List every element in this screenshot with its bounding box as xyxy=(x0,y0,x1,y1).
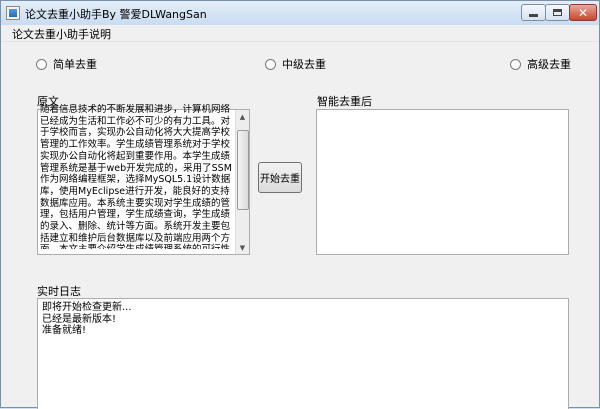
source-text: 随着信息技术的不断发展和进步，计算机网络已经成为生活和工作必不可少的有力工具。对… xyxy=(40,104,232,249)
close-icon: ✕ xyxy=(577,5,589,20)
source-scrollbar[interactable]: ▲ ▼ xyxy=(235,110,249,254)
result-textarea[interactable] xyxy=(316,109,569,255)
mode-option-advanced[interactable]: 高级去重 xyxy=(510,56,571,72)
scroll-thumb[interactable] xyxy=(237,130,249,210)
result-label: 智能去重后 xyxy=(317,95,372,108)
source-textarea[interactable]: 随着信息技术的不断发展和进步，计算机网络已经成为生活和工作必不可少的有力工具。对… xyxy=(37,104,250,255)
radio-label-medium: 中级去重 xyxy=(282,58,326,71)
close-button[interactable]: ✕ xyxy=(569,4,597,21)
window-title: 论文去重小助手By 警爱DLWangSan xyxy=(25,8,207,21)
log-text: 即将开始检查更新... 已经是最新版本! 准备就绪! xyxy=(42,302,132,336)
minimize-button[interactable] xyxy=(521,4,546,21)
minimize-icon xyxy=(529,14,538,17)
log-label: 实时日志 xyxy=(37,285,81,298)
radio-advanced[interactable] xyxy=(510,58,521,70)
maximize-icon xyxy=(553,9,562,16)
radio-label-advanced: 高级去重 xyxy=(527,58,571,71)
scroll-down-icon[interactable]: ▼ xyxy=(236,241,249,254)
radio-simple[interactable] xyxy=(36,58,47,70)
start-dedup-button[interactable]: 开始去重 xyxy=(258,162,302,193)
menu-item-help[interactable]: 说明 xyxy=(89,26,111,42)
app-window: 论文去重小助手By 警爱DLWangSan ✕ 论文去重小助手 说明 简单去重 … xyxy=(0,0,600,409)
menu-item-assistant[interactable]: 论文去重小助手 xyxy=(12,26,89,42)
menu-bar: 论文去重小助手 说明 xyxy=(1,25,599,42)
result-text xyxy=(317,110,546,255)
radio-label-simple: 简单去重 xyxy=(53,58,97,71)
app-icon xyxy=(6,6,20,20)
scroll-up-icon[interactable]: ▲ xyxy=(236,110,249,123)
title-bar[interactable]: 论文去重小助手By 警爱DLWangSan ✕ xyxy=(1,1,599,25)
log-textarea[interactable]: 即将开始检查更新... 已经是最新版本! 准备就绪! xyxy=(37,298,569,409)
mode-option-medium[interactable]: 中级去重 xyxy=(265,56,326,72)
radio-medium[interactable] xyxy=(265,58,276,70)
maximize-button[interactable] xyxy=(545,4,570,21)
mode-option-simple[interactable]: 简单去重 xyxy=(36,56,97,72)
